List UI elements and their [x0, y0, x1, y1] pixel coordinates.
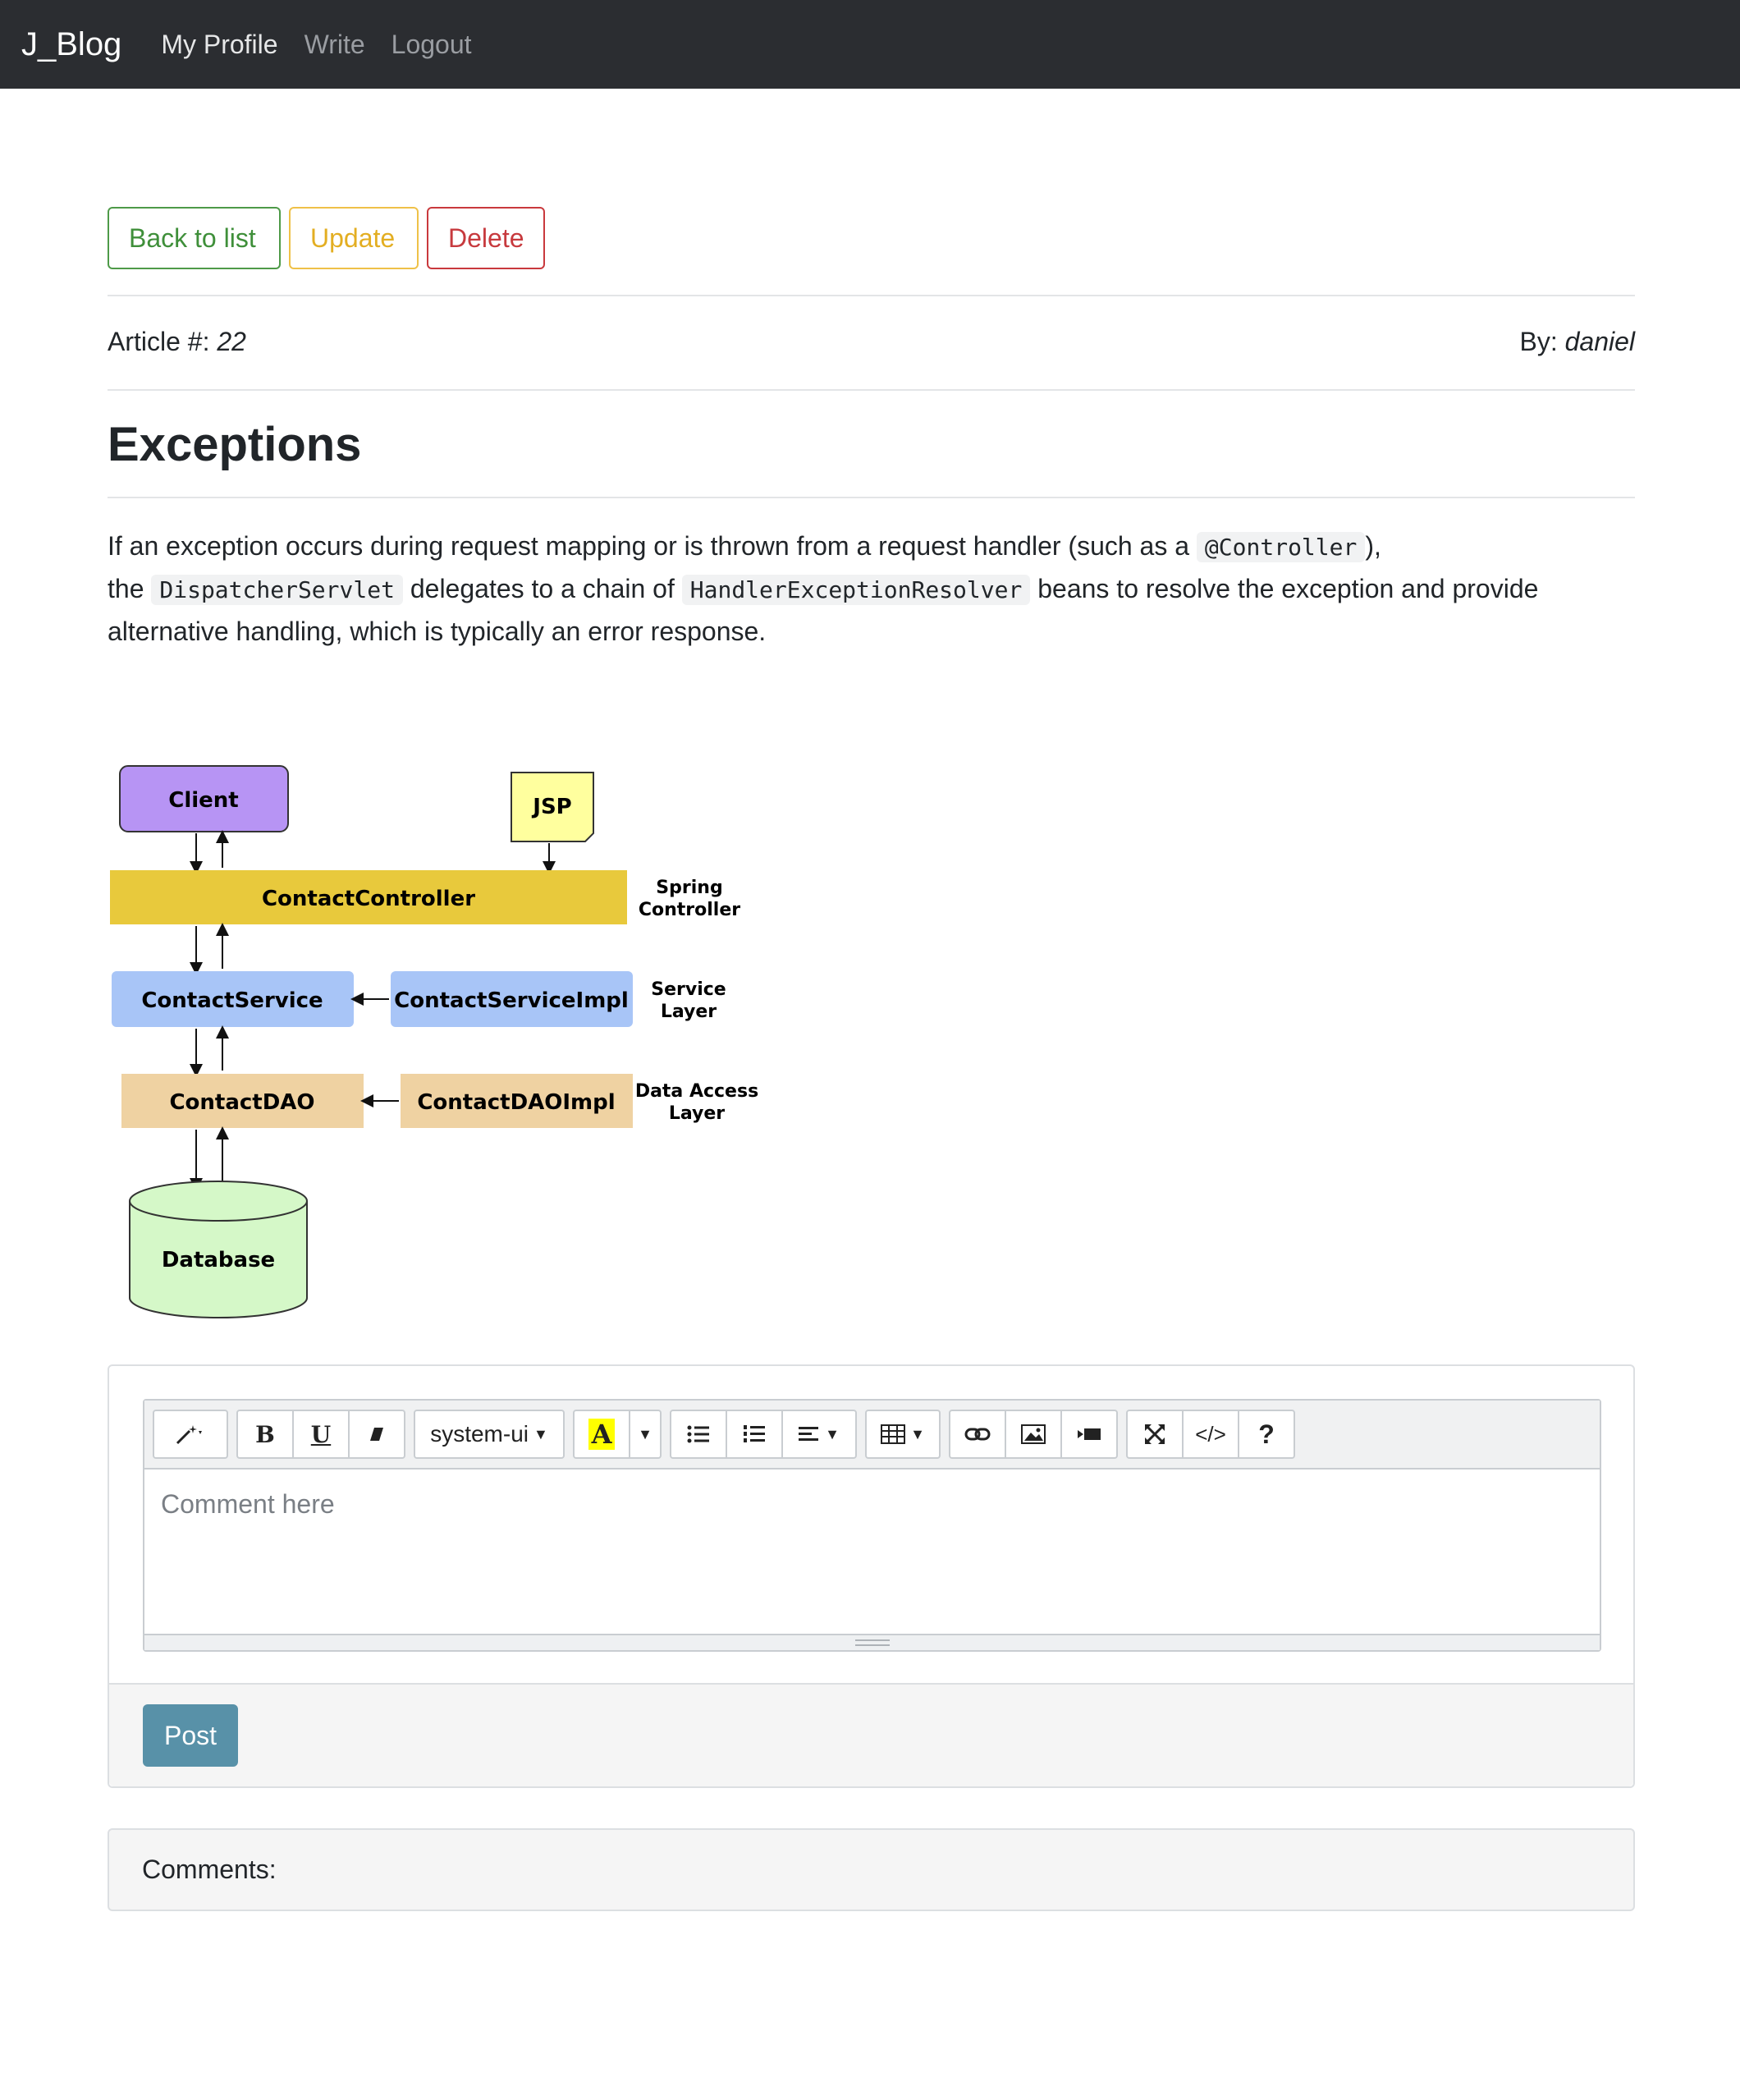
back-to-list-button[interactable]: Back to list — [108, 207, 281, 269]
code-dispatcher-servlet: DispatcherServlet — [151, 575, 403, 605]
update-button[interactable]: Update — [289, 207, 419, 269]
service-impl-label: ContactServiceImpl — [394, 988, 629, 1013]
layer-service-label-1: Service — [651, 979, 726, 1000]
comment-placeholder: Comment here — [161, 1489, 335, 1519]
architecture-diagram: Client JSP ContactController Spring Cont… — [110, 765, 758, 1318]
underline-icon[interactable]: U — [292, 1410, 350, 1459]
article-body: If an exception occurs during request ma… — [108, 531, 1539, 646]
layer-data-label-1: Data Access — [635, 1081, 758, 1102]
comments-label: Comments: — [142, 1855, 277, 1884]
article-number-value: 22 — [217, 327, 246, 356]
code-view-icon[interactable]: </> — [1182, 1410, 1239, 1459]
unordered-list-icon[interactable] — [670, 1410, 727, 1459]
ordered-list-icon[interactable] — [726, 1410, 783, 1459]
database-label: Database — [162, 1248, 275, 1272]
comment-form-card: B U system-ui ▼ A ▼ ▼ ▼ </> ? Comment he… — [108, 1364, 1635, 1788]
article-meta: Article #: 22 By: daniel — [108, 327, 1635, 357]
navbar: J_Blog My Profile Write Logout — [0, 0, 1740, 89]
article-title: Exceptions — [108, 418, 362, 471]
nav-write[interactable]: Write — [304, 30, 365, 60]
nav-logout[interactable]: Logout — [392, 30, 472, 60]
divider — [108, 497, 1635, 498]
code-handler-exception-resolver: HandlerExceptionResolver — [681, 575, 1031, 605]
layer-service-label-2: Layer — [661, 1002, 717, 1022]
align-icon[interactable]: ▼ — [781, 1410, 857, 1459]
link-icon[interactable] — [949, 1410, 1006, 1459]
fullscreen-icon[interactable] — [1126, 1410, 1184, 1459]
service-label: ContactService — [141, 988, 323, 1013]
rich-text-editor: B U system-ui ▼ A ▼ ▼ ▼ </> ? Comment he… — [143, 1399, 1601, 1652]
article-author-value: daniel — [1564, 327, 1635, 356]
divider — [108, 295, 1635, 296]
delete-button[interactable]: Delete — [427, 207, 545, 269]
controller-label: ContactController — [262, 887, 475, 911]
divider — [108, 389, 1635, 391]
table-icon[interactable]: ▼ — [865, 1410, 941, 1459]
layer-spring-label-1: Spring — [656, 878, 722, 898]
eraser-icon[interactable] — [348, 1410, 405, 1459]
post-button[interactable]: Post — [143, 1704, 238, 1767]
video-icon[interactable] — [1060, 1410, 1118, 1459]
font-name-select[interactable]: system-ui ▼ — [414, 1410, 565, 1459]
dao-label: ContactDAO — [169, 1090, 314, 1115]
nav-my-profile[interactable]: My Profile — [161, 30, 277, 60]
database-top — [129, 1181, 308, 1222]
article-actions: Back to list Update Delete — [108, 207, 553, 269]
comment-form-footer: Post — [109, 1683, 1633, 1786]
magic-icon[interactable] — [153, 1410, 228, 1459]
comments-header: Comments: — [108, 1828, 1635, 1911]
layer-data-label-2: Layer — [669, 1103, 725, 1124]
picture-icon[interactable] — [1005, 1410, 1062, 1459]
client-label: Client — [168, 788, 238, 813]
comment-input[interactable]: Comment here — [144, 1470, 1600, 1634]
article-author: By: daniel — [1519, 327, 1635, 356]
code-controller: @Controller — [1196, 532, 1366, 562]
bold-icon[interactable]: B — [236, 1410, 294, 1459]
editor-resize-handle[interactable] — [144, 1634, 1600, 1650]
dao-impl-label: ContactDAOImpl — [417, 1090, 615, 1115]
help-icon[interactable]: ? — [1238, 1410, 1295, 1459]
jsp-label: JSP — [531, 795, 571, 819]
text-color-icon[interactable]: A — [573, 1410, 630, 1459]
layer-spring-label-2: Controller — [639, 900, 740, 920]
brand-link[interactable]: J_Blog — [21, 26, 121, 63]
text-color-dropdown[interactable]: ▼ — [629, 1410, 662, 1459]
editor-toolbar: B U system-ui ▼ A ▼ ▼ ▼ </> ? — [144, 1401, 1600, 1470]
article-number: Article #: 22 — [108, 327, 246, 356]
